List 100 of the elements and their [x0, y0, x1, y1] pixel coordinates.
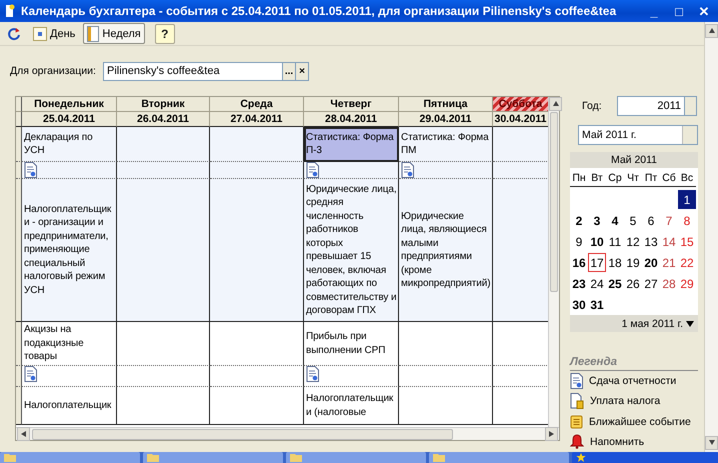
legend-title: Легенда [570, 356, 698, 371]
calendar-day[interactable]: 26 [624, 274, 642, 293]
calendar-day[interactable]: 23 [570, 274, 588, 293]
calendar-day[interactable]: 11 [606, 232, 624, 251]
calendar-day[interactable]: 21 [660, 253, 678, 272]
calendar-day[interactable]: 4 [606, 211, 624, 230]
calendar-day[interactable]: 24 [588, 274, 606, 293]
event-description: Налогоплательщик [24, 398, 112, 412]
calendar-day[interactable]: 2 [570, 211, 588, 230]
calendar-day[interactable]: 28 [660, 274, 678, 293]
date-header: 26.04.2011 [117, 112, 210, 127]
note-icon [570, 414, 583, 429]
calendar-day[interactable]: 3 [588, 211, 606, 230]
year-field[interactable]: 2011 [617, 96, 685, 116]
weekday-label: Сб [660, 170, 678, 187]
calendar-day[interactable]: 31 [588, 295, 606, 314]
scroll-left-button[interactable] [17, 427, 30, 441]
refresh-icon [7, 26, 21, 40]
event-cell[interactable]: Юридические лица, являющиеся малыми предприятиями (кроме микропредприятий) [399, 179, 493, 322]
document-icon [24, 162, 37, 178]
select-button[interactable]: ... [283, 62, 296, 80]
calendar-day[interactable]: 27 [642, 274, 660, 293]
minimize-button[interactable]: _ [644, 2, 664, 20]
organization-label: Для организации: [10, 65, 97, 77]
folder-icon [4, 453, 16, 462]
down-arrow-icon [708, 439, 716, 447]
calendar-day[interactable]: 20 [642, 253, 660, 272]
calendar-day[interactable]: 6 [642, 211, 660, 230]
date-header: 25.04.2011 [22, 112, 117, 127]
day-view-button[interactable]: День [29, 23, 80, 44]
scroll-up-button[interactable] [549, 97, 562, 111]
calendar-day[interactable]: 18 [606, 253, 624, 272]
icon-cell[interactable] [399, 162, 493, 179]
up-arrow-icon [708, 27, 716, 35]
caret-icon [686, 320, 694, 326]
calendar-day[interactable]: 29 [678, 274, 696, 293]
window-title: Календарь бухгалтера - события с 25.04.2011 по 01.05.2011, для организации Pilinensky's coffee&tea [21, 4, 618, 18]
scroll-thumb[interactable] [550, 112, 558, 292]
folder-icon [147, 453, 159, 462]
app-icon [4, 4, 16, 18]
calendar-day[interactable]: 7 [660, 211, 678, 230]
folder-icon [290, 453, 302, 462]
calendar-day[interactable]: 1 [678, 190, 696, 209]
event-cell[interactable]: Декларация по УСН [22, 127, 117, 162]
event-description: Юридические лица, являющиеся малыми предприятиями (кроме микропредприятий) [401, 210, 491, 290]
scroll-right-button[interactable] [545, 427, 558, 441]
legend-label: Напомнить [590, 436, 644, 448]
scroll-up-button[interactable] [705, 24, 718, 38]
icon-cell[interactable] [22, 366, 117, 387]
event-cell[interactable]: Прибыль при выполнении СРП [304, 322, 399, 366]
day-header: Вторник [117, 97, 210, 112]
event-cell[interactable]: Налогоплательщик и (налоговые [304, 387, 399, 425]
day-header: Пятница [399, 97, 493, 112]
calendar-day[interactable]: 8 [678, 211, 696, 230]
weekday-label: Пт [642, 170, 660, 187]
document-icon [570, 373, 583, 390]
maximize-button[interactable]: □ [669, 2, 689, 20]
scroll-down-button[interactable] [705, 436, 718, 450]
calendar-day[interactable]: 12 [624, 232, 642, 251]
calendar-day[interactable]: 25 [606, 274, 624, 293]
help-button[interactable]: ? [154, 24, 175, 44]
calendar-day[interactable]: 19 [624, 253, 642, 272]
weekday-label: Чт [624, 170, 642, 187]
week-view-button[interactable]: Неделя [83, 23, 145, 44]
event-cell[interactable]: Налогоплательщик и - организации и предприниматели, применяющие специальный налоговый режим УСН [22, 179, 117, 322]
organization-field[interactable]: Pilinensky's coffee&tea [103, 62, 283, 80]
calendar-day[interactable]: 30 [570, 295, 588, 314]
day-header: Среда [210, 97, 304, 112]
calendar-column-icon [87, 26, 100, 42]
calendar-day[interactable]: 10 [588, 232, 606, 251]
star-icon [576, 453, 586, 462]
icon-cell[interactable] [304, 162, 399, 179]
event-description: Налогоплательщик и - организации и предприниматели, применяющие специальный налоговый режим УСН [24, 202, 112, 298]
calendar-day[interactable]: 16 [570, 253, 588, 272]
date-header: 29.04.2011 [399, 112, 493, 127]
event-cell[interactable]: Акцизы на подакцизные товары [22, 322, 117, 366]
weekday-label: Вс [678, 170, 696, 187]
calendar-day[interactable]: 15 [678, 232, 696, 251]
scroll-thumb[interactable] [32, 428, 453, 440]
month-select[interactable]: Май 2011 г. [578, 125, 698, 145]
close-button[interactable]: ✕ [694, 2, 714, 20]
calendar-day[interactable]: 9 [570, 232, 588, 251]
weekday-label: Вт [588, 170, 606, 187]
calendar-day[interactable]: 14 [660, 232, 678, 251]
date-header: 28.04.2011 [304, 112, 399, 127]
icon-cell[interactable] [22, 162, 117, 179]
left-arrow-icon [20, 430, 28, 438]
icon-cell[interactable] [304, 366, 399, 387]
calendar-day[interactable]: 5 [624, 211, 642, 230]
calendar-day[interactable]: 17 [588, 253, 606, 272]
event-cell[interactable]: Налогоплательщик [22, 387, 117, 425]
event-title: Декларация по УСН [24, 130, 94, 158]
event-title: Акцизы на подакцизные товары [24, 323, 85, 364]
document-icon [401, 162, 414, 178]
day-header: Четверг [304, 97, 399, 112]
clear-button[interactable]: × [296, 62, 309, 80]
event-description: Налогоплательщик и (налоговые [306, 392, 394, 419]
calendar-day[interactable]: 13 [642, 232, 660, 251]
calendar-day[interactable]: 22 [678, 253, 696, 272]
folder-icon [433, 453, 445, 462]
